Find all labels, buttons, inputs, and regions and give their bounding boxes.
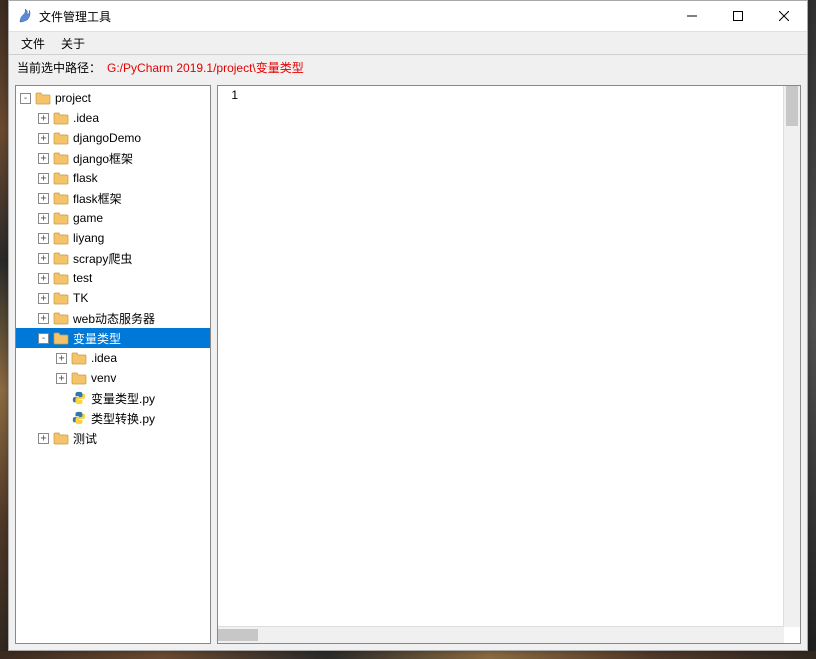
desktop-background-left [0, 0, 8, 651]
tree-item-label: .idea [73, 111, 105, 125]
titlebar[interactable]: 文件管理工具 [9, 1, 807, 32]
expand-icon[interactable]: + [38, 213, 49, 224]
collapse-icon[interactable]: - [20, 93, 31, 104]
current-path: G:/PyCharm 2019.1/project\变量类型 [107, 59, 304, 76]
tree-item-test[interactable]: + test [16, 268, 210, 288]
client-area: - project+ .idea+ djangoDemo+ django框架+ … [9, 79, 807, 650]
tree-item-label: liyang [73, 231, 110, 245]
expand-icon[interactable]: + [38, 173, 49, 184]
folder-icon [53, 311, 69, 325]
folder-icon [53, 191, 69, 205]
expand-icon[interactable]: + [38, 113, 49, 124]
folder-icon [53, 431, 69, 445]
expand-icon[interactable]: + [56, 373, 67, 384]
tree-item-vartype[interactable]: - 变量类型 [16, 328, 210, 348]
editor-text-area[interactable] [242, 86, 800, 643]
tree-item-vt-venv[interactable]: + venv [16, 368, 210, 388]
file-tree[interactable]: - project+ .idea+ djangoDemo+ django框架+ … [15, 85, 211, 644]
editor-pane: 1 [217, 85, 801, 644]
folder-icon [53, 271, 69, 285]
expand-icon[interactable]: + [38, 273, 49, 284]
tree-item-djangoDemo[interactable]: + djangoDemo [16, 128, 210, 148]
tree-item-webdyn[interactable]: + web动态服务器 [16, 308, 210, 328]
tree-item-label: 变量类型.py [91, 390, 161, 407]
tree-item-djangoframe[interactable]: + django框架 [16, 148, 210, 168]
expand-icon[interactable]: + [38, 133, 49, 144]
tree-item-label: 测试 [73, 430, 103, 447]
folder-icon [53, 131, 69, 145]
tree-item-project[interactable]: - project [16, 88, 210, 108]
expand-icon[interactable]: + [38, 233, 49, 244]
desktop-background-bottom [0, 651, 816, 659]
tree-item-label: 类型转换.py [91, 410, 161, 427]
menubar: 文件 关于 [9, 32, 807, 55]
tree-item-tk[interactable]: + TK [16, 288, 210, 308]
folder-icon [53, 171, 69, 185]
tree-item-game[interactable]: + game [16, 208, 210, 228]
expand-icon[interactable]: + [38, 433, 49, 444]
path-bar: 当前选中路径： G:/PyCharm 2019.1/project\变量类型 [9, 55, 807, 79]
desktop-background-right [808, 0, 816, 651]
menu-about[interactable]: 关于 [53, 33, 93, 54]
expand-icon[interactable]: + [38, 193, 49, 204]
folder-icon [35, 91, 51, 105]
expand-icon[interactable]: + [38, 253, 49, 264]
expand-icon[interactable]: + [56, 353, 67, 364]
editor-scrollbar-vertical[interactable] [783, 86, 800, 627]
tree-item-label: project [55, 91, 97, 105]
tree-item-label: game [73, 211, 109, 225]
expander-placeholder [56, 413, 67, 424]
folder-icon [53, 151, 69, 165]
tree-item-label: djangoDemo [73, 131, 147, 145]
folder-icon [53, 211, 69, 225]
path-label: 当前选中路径： [17, 59, 101, 76]
folder-icon [71, 351, 87, 365]
line-number: 1 [218, 88, 238, 102]
tree-item-label: 变量类型 [73, 330, 127, 347]
editor-scroll-thumb-horizontal[interactable] [218, 629, 258, 641]
tree-item-cetest[interactable]: + 测试 [16, 428, 210, 448]
menu-file[interactable]: 文件 [13, 33, 53, 54]
editor-scroll-thumb-vertical[interactable] [786, 86, 798, 126]
tree-item-idea[interactable]: + .idea [16, 108, 210, 128]
tree-item-label: TK [73, 291, 94, 305]
folder-icon [53, 111, 69, 125]
maximize-button[interactable] [715, 1, 761, 31]
tree-item-label: venv [91, 371, 122, 385]
tree-item-scrapy[interactable]: + scrapy爬虫 [16, 248, 210, 268]
tree-item-label: web动态服务器 [73, 310, 161, 327]
tree-item-vt-idea[interactable]: + .idea [16, 348, 210, 368]
tree-item-label: flask [73, 171, 104, 185]
folder-icon [53, 331, 69, 345]
close-button[interactable] [761, 1, 807, 31]
tree-item-liyang[interactable]: + liyang [16, 228, 210, 248]
expand-icon[interactable]: + [38, 293, 49, 304]
tree-item-flaskframe[interactable]: + flask框架 [16, 188, 210, 208]
tree-item-label: scrapy爬虫 [73, 250, 138, 267]
tree-item-vt-file2[interactable]: 类型转换.py [16, 408, 210, 428]
python-file-icon [71, 411, 87, 425]
folder-icon [53, 231, 69, 245]
app-window: 文件管理工具 文件 关于 当前选中路径： G:/PyCharm 2019.1/p… [8, 0, 808, 651]
tree-item-label: flask框架 [73, 190, 128, 207]
folder-icon [71, 371, 87, 385]
tree-item-flask[interactable]: + flask [16, 168, 210, 188]
expand-icon[interactable]: + [38, 313, 49, 324]
window-title: 文件管理工具 [39, 8, 111, 25]
tree-item-label: django框架 [73, 150, 139, 167]
folder-icon [53, 291, 69, 305]
line-number-gutter: 1 [218, 86, 242, 643]
folder-icon [53, 251, 69, 265]
editor-scrollbar-horizontal[interactable] [218, 626, 784, 643]
collapse-icon[interactable]: - [38, 333, 49, 344]
expand-icon[interactable]: + [38, 153, 49, 164]
app-icon [17, 8, 33, 24]
python-file-icon [71, 391, 87, 405]
expander-placeholder [56, 393, 67, 404]
tree-item-label: .idea [91, 351, 123, 365]
tree-item-label: test [73, 271, 98, 285]
tree-item-vt-file1[interactable]: 变量类型.py [16, 388, 210, 408]
minimize-button[interactable] [669, 1, 715, 31]
